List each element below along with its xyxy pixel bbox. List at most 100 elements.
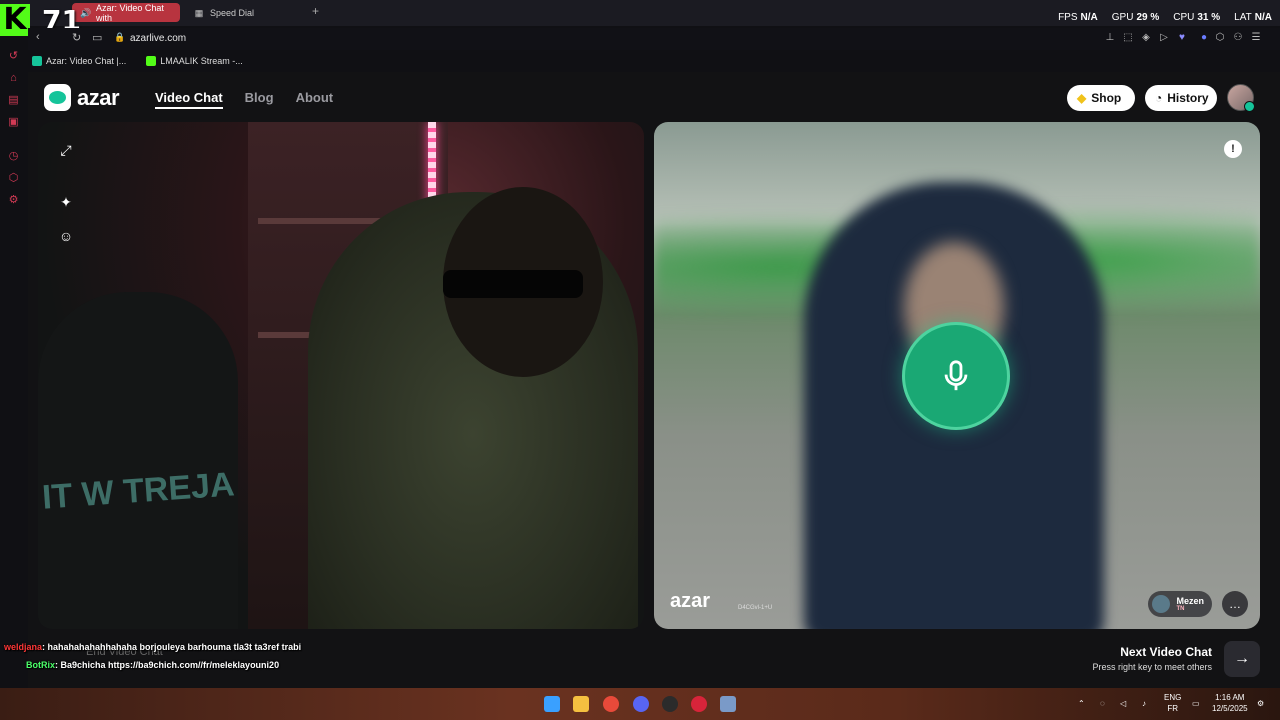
- history-sidebar-icon[interactable]: ↺: [7, 50, 20, 63]
- azar-logo-icon: [44, 84, 71, 111]
- next-video-chat-button[interactable]: →: [1224, 641, 1260, 677]
- tab-label: Azar: Video Chat with: [96, 2, 164, 23]
- browser-sidebar: ↺ ⌂ ▤ ▣ ◷ ⬡ ⚙: [0, 44, 28, 244]
- clock-icon: ◔: [1155, 91, 1163, 105]
- peer-avatar: [1152, 595, 1171, 613]
- profile-icon[interactable]: ⚇: [1232, 32, 1244, 44]
- windows-start-icon[interactable]: [544, 696, 560, 712]
- time: 1:16 AM: [1215, 693, 1245, 702]
- sunglasses: [443, 270, 583, 298]
- peer-country: TN: [1176, 606, 1185, 612]
- nav-video-chat[interactable]: Video Chat: [155, 90, 223, 109]
- tab-azar[interactable]: 🔊 Azar: Video Chat with: [72, 2, 180, 23]
- chat-username: weldjana: [4, 642, 43, 652]
- new-tab-button[interactable]: +: [312, 4, 319, 18]
- wallet-icon[interactable]: ⌂: [7, 72, 20, 85]
- back-icon[interactable]: ‹: [36, 31, 40, 43]
- tray-chevron-icon[interactable]: ⌃: [1078, 698, 1085, 709]
- chrome-icon[interactable]: [603, 696, 619, 712]
- chat-message: BotRix: Ba9chicha https://ba9chich.com//…: [26, 660, 279, 670]
- browser-tabbar: 🔊 Azar: Video Chat with ▦ Speed Dial + F…: [0, 0, 1280, 26]
- bookmark-lmaalik[interactable]: LMAALIK Stream -...: [142, 56, 247, 66]
- bookmark-azar[interactable]: Azar: Video Chat |...: [28, 56, 130, 66]
- effects-icon[interactable]: ✦: [58, 194, 74, 210]
- chat-username: BotRix: [26, 660, 55, 670]
- kick-logo: K: [0, 4, 30, 36]
- extensions-icon[interactable]: ⬡: [1214, 32, 1226, 44]
- chat-text: : Ba9chicha https://ba9chich.com//fr/mel…: [55, 660, 280, 670]
- messenger-icon[interactable]: ▣: [7, 116, 20, 129]
- person-left: [38, 292, 238, 629]
- performance-overlay: FPS N/A GPU 29 % CPU 31 % LAT N/A: [1058, 12, 1272, 23]
- reload-icon[interactable]: ↻: [72, 31, 81, 44]
- bookmarks-bar: Azar: Video Chat |... LMAALIK Stream -..…: [28, 52, 247, 70]
- display-icon[interactable]: ▭: [1192, 698, 1200, 709]
- speaker-icon: 🔊: [80, 7, 92, 18]
- nav-about[interactable]: About: [296, 90, 334, 109]
- cube-icon[interactable]: ⬡: [7, 172, 20, 185]
- tab-speed-dial[interactable]: ▦ Speed Dial: [186, 3, 306, 22]
- report-button[interactable]: !: [1224, 140, 1242, 158]
- self-video: IT W TREJA ⤢ ✦ ☺: [38, 122, 644, 629]
- discord-icon[interactable]: [633, 696, 649, 712]
- chat-text: : hahahahahahhahaha borjouleya barhouma …: [42, 642, 302, 652]
- vpn-icon[interactable]: ●: [1198, 32, 1210, 44]
- azar-watermark: azar: [670, 590, 711, 612]
- notes-icon[interactable]: ▤: [7, 94, 20, 107]
- avatar[interactable]: [1227, 84, 1255, 112]
- face-filter-icon[interactable]: ☺: [58, 228, 74, 244]
- volume-icon[interactable]: ◁: [1120, 698, 1126, 709]
- nav-blog[interactable]: Blog: [245, 90, 274, 109]
- mic-tray-icon[interactable]: ♪: [1142, 698, 1146, 709]
- play-icon[interactable]: ▷: [1158, 32, 1170, 44]
- lock-icon: 🔒: [114, 32, 126, 42]
- clock[interactable]: 1:16 AM 12/5/2025: [1212, 692, 1248, 714]
- peer-video: ! azar D4CGvl-1+U Mezen TN …: [654, 122, 1260, 629]
- obs-icon[interactable]: [662, 696, 678, 712]
- next-video-chat-title: Next Video Chat: [1120, 645, 1212, 659]
- azar-favicon-icon: [32, 56, 42, 66]
- menu-icon[interactable]: ☰: [1250, 32, 1262, 44]
- azar-logo[interactable]: azar: [44, 84, 120, 111]
- chat-icon[interactable]: …: [1222, 591, 1248, 617]
- url-field[interactable]: azarlive.com: [130, 33, 186, 44]
- network-icon[interactable]: ◌: [1100, 698, 1105, 709]
- screenshot-icon[interactable]: ⬚: [1122, 32, 1134, 44]
- fullscreen-icon[interactable]: ⤢: [58, 142, 74, 158]
- peer-name: Mezen: [1176, 596, 1204, 606]
- site-nav: Video Chat Blog About: [155, 90, 333, 109]
- peer-info-chip[interactable]: Mezen TN: [1148, 591, 1212, 617]
- settings-icon[interactable]: ⚙: [7, 194, 20, 207]
- clock-icon[interactable]: ◷: [7, 150, 20, 163]
- grid-icon: ▦: [194, 7, 204, 18]
- kick-favicon-icon: [146, 56, 157, 66]
- screen: 🔊 Azar: Video Chat with ▦ Speed Dial + F…: [0, 0, 1280, 720]
- pin-icon[interactable]: ⊥: [1104, 32, 1116, 44]
- date: 12/5/2025: [1212, 704, 1248, 713]
- chat-message: weldjana: hahahahahahhahaha borjouleya b…: [4, 642, 301, 652]
- windows-taskbar: ⌃ ◌ ◁ ♪ ENG FR ▭ 1:16 AM 12/5/2025 ⚙: [0, 688, 1280, 720]
- heart-icon[interactable]: ♥: [1176, 32, 1188, 44]
- microphone-icon: [944, 360, 968, 391]
- shop-button[interactable]: ◆ Shop: [1067, 85, 1135, 111]
- microphone-button[interactable]: [902, 322, 1010, 430]
- address-bar: ‹ ↻ ▭ 🔒 azarlive.com ⊥ ⬚ ◈ ▷ ♥ ● ⬡ ⚇ ☰: [28, 28, 1280, 50]
- fps-stat: FPS N/A: [1058, 12, 1098, 23]
- shield-icon[interactable]: ◈: [1140, 32, 1152, 44]
- azar-page: azar Video Chat Blog About ◆ Shop ◔ Hist…: [28, 72, 1280, 688]
- gem-icon: ◆: [1077, 91, 1087, 105]
- cpu-stat: CPU 31 %: [1173, 12, 1221, 23]
- room-code: D4CGvl-1+U: [738, 605, 773, 611]
- settings-app-icon[interactable]: [720, 696, 736, 712]
- stream-chat-overlay: weldjana: hahahahahahhahaha borjouleya b…: [0, 640, 400, 685]
- opera-gx-icon[interactable]: [691, 696, 707, 712]
- next-video-chat-hint: Press right key to meet others: [1092, 662, 1212, 672]
- notification-icon[interactable]: ⚙: [1257, 698, 1264, 709]
- camera-icon[interactable]: ▭: [92, 31, 102, 44]
- gpu-stat: GPU 29 %: [1111, 12, 1160, 23]
- language-indicator[interactable]: ENG FR: [1164, 692, 1181, 714]
- latency-stat: LAT N/A: [1234, 12, 1272, 23]
- history-button[interactable]: ◔ History: [1145, 85, 1217, 111]
- file-explorer-icon[interactable]: [573, 696, 589, 712]
- tab-label: Speed Dial: [210, 7, 255, 18]
